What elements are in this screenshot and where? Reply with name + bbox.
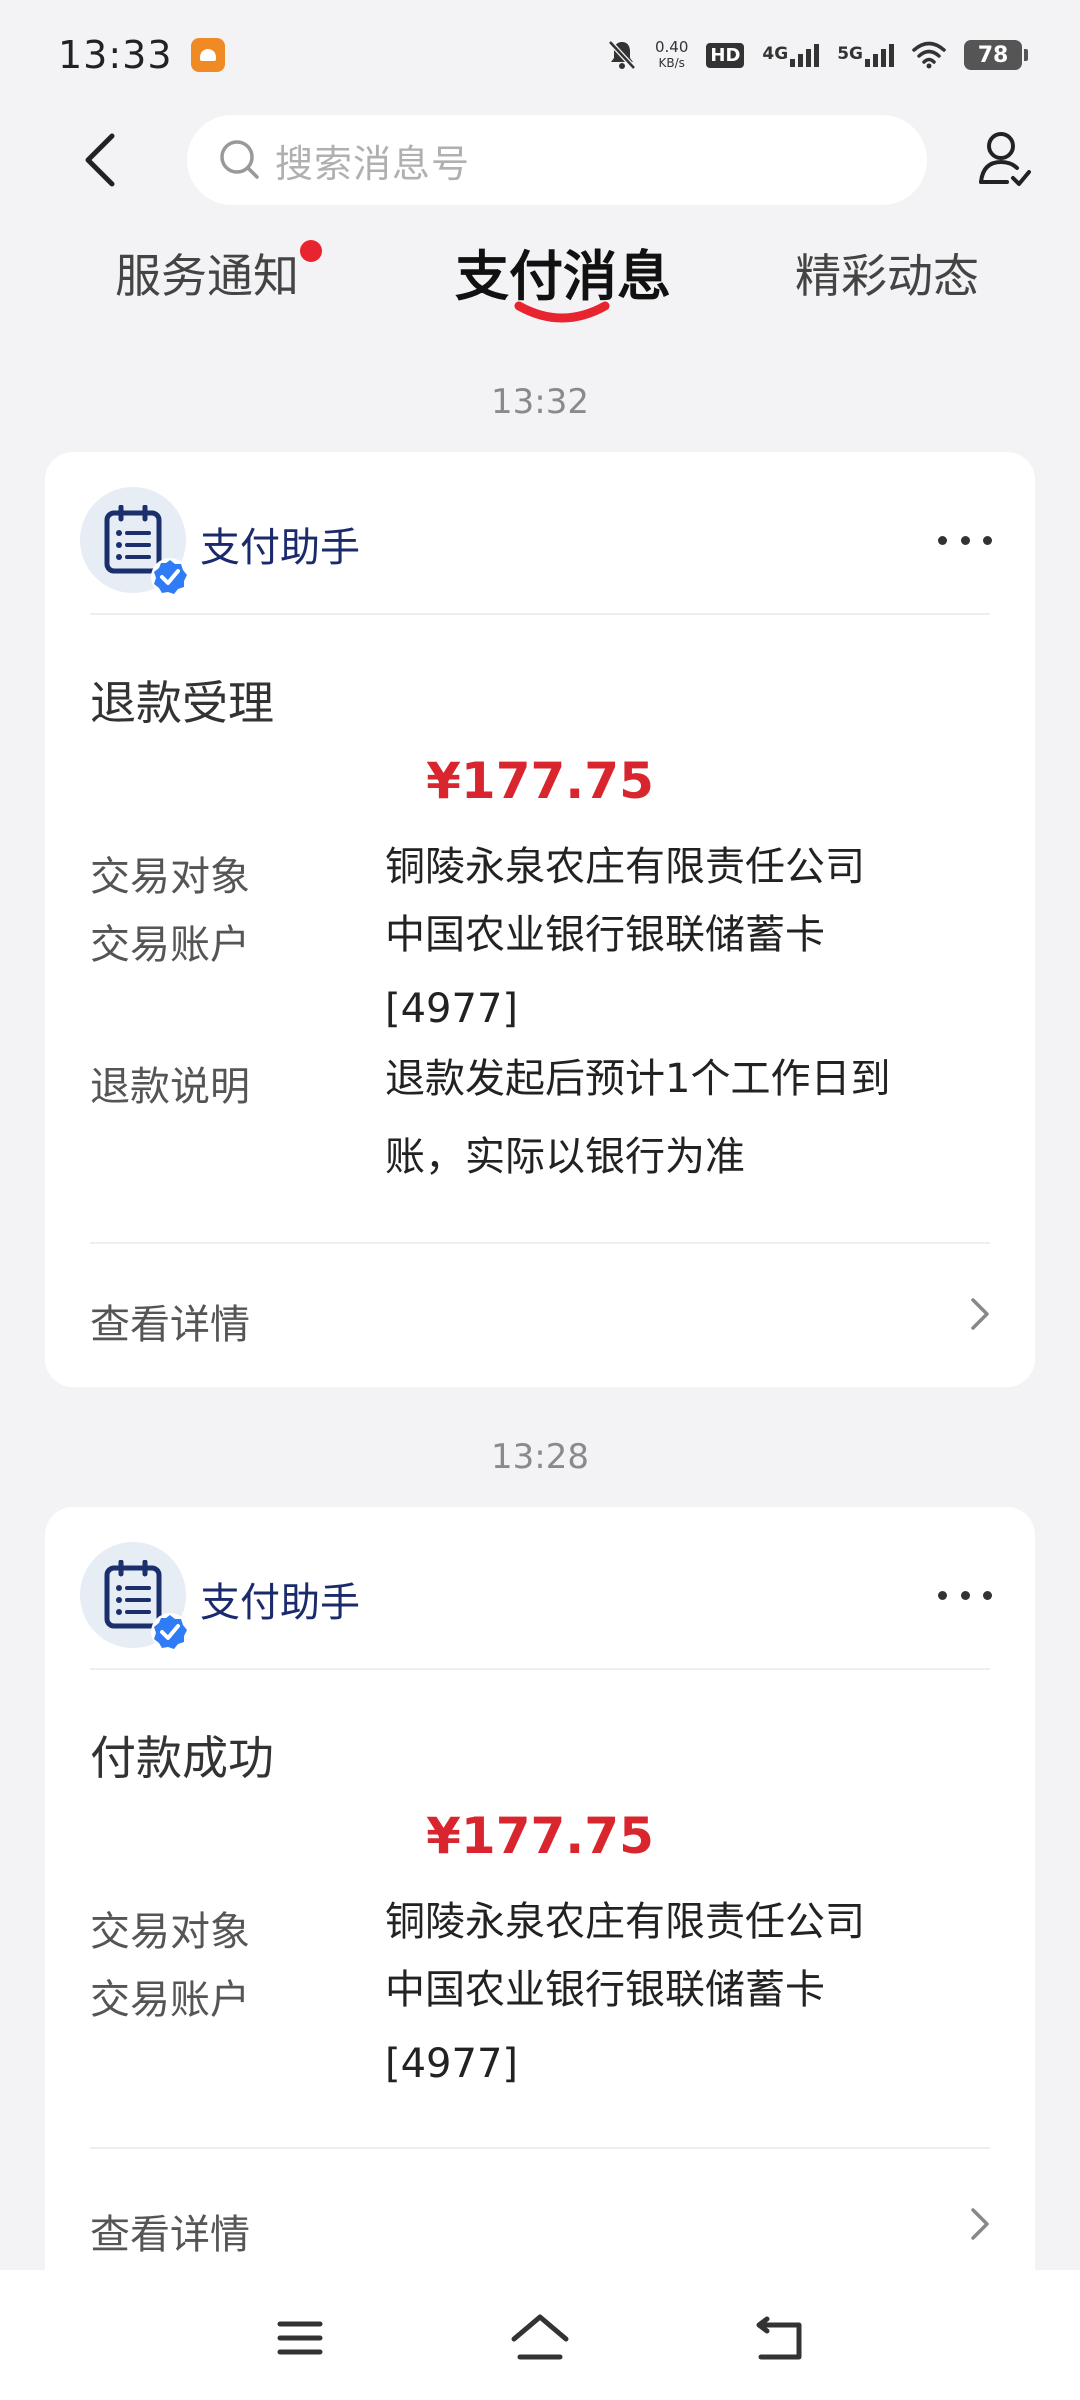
amount: ¥177.75	[426, 1807, 654, 1865]
more-icon	[938, 1590, 947, 1600]
unread-dot	[300, 240, 322, 262]
wifi-icon	[912, 41, 946, 69]
tab-service-notifications[interactable]: 服务通知	[115, 240, 299, 306]
search-placeholder: 搜索消息号	[275, 141, 471, 186]
header: 搜索消息号	[0, 110, 1080, 210]
more-icon	[938, 535, 947, 545]
card-header: 支付助手	[80, 1542, 1000, 1651]
signal-4g-icon: 4G	[762, 43, 820, 67]
system-nav-bar	[0, 2270, 1080, 2400]
row-label: 交易账户	[90, 922, 250, 968]
divider	[90, 2147, 990, 2149]
message-time: 13:28	[491, 1437, 589, 1477]
divider	[90, 613, 990, 615]
card-header: 支付助手	[80, 487, 1000, 596]
tab-label: 支付消息	[455, 245, 671, 308]
tab-featured-updates[interactable]: 精彩动态	[795, 240, 979, 306]
status-time: 13:33	[58, 33, 173, 77]
home-icon	[511, 2314, 569, 2360]
app-notification-icon	[190, 38, 225, 72]
row-value: 退款发起后预计1个工作日到 账，实际以银行为准	[385, 1056, 891, 1180]
verified-badge-icon	[151, 1613, 189, 1651]
contacts-button[interactable]	[970, 125, 1040, 195]
user-check-icon	[979, 132, 1031, 186]
search-input[interactable]: 搜索消息号	[187, 115, 927, 205]
row-value: 中国农业银行银联储蓄卡 [4977]	[385, 912, 825, 1032]
message-card[interactable]: 支付助手 退款受理 ¥177.75 交易对象 铜陵永泉农庄有限责任公司 交易账户…	[45, 452, 1035, 1387]
return-icon	[756, 2316, 802, 2360]
message-title: 退款受理	[90, 676, 274, 730]
divider	[90, 1668, 990, 1670]
row-label: 交易对象	[90, 854, 250, 900]
sim2-label: 5G	[837, 43, 863, 64]
back-button[interactable]	[70, 130, 130, 190]
row-label: 退款说明	[90, 1064, 250, 1110]
mute-icon	[607, 39, 637, 71]
amount: ¥177.75	[426, 752, 654, 810]
view-details-link[interactable]: 查看详情	[90, 2202, 250, 2260]
tab-label: 精彩动态	[795, 249, 979, 303]
more-button[interactable]	[930, 1572, 1000, 1618]
battery-indicator: 78	[964, 40, 1028, 70]
view-details-link[interactable]: 查看详情	[90, 1292, 250, 1350]
status-bar: 13:33 0.40 KB/s HD 4G 5G 78	[0, 0, 1080, 110]
row-value: 铜陵永泉农庄有限责任公司	[385, 1899, 865, 1945]
back-arrow-icon	[85, 133, 115, 187]
hd-badge: HD	[706, 42, 745, 68]
back-system-button[interactable]	[740, 2298, 820, 2378]
tab-bar: 服务通知 支付消息 精彩动态	[0, 230, 1080, 340]
tab-label: 服务通知	[115, 249, 299, 303]
message-card[interactable]: 支付助手 付款成功 ¥177.75 交易对象 铜陵永泉农庄有限责任公司 交易账户…	[45, 1507, 1035, 2307]
home-button[interactable]	[500, 2298, 580, 2378]
chevron-right-icon[interactable]	[965, 1294, 995, 1334]
net-speed: 0.40 KB/s	[655, 39, 688, 71]
net-speed-unit: KB/s	[658, 56, 685, 70]
sim1-label: 4G	[762, 43, 789, 64]
row-value: 铜陵永泉农庄有限责任公司	[385, 844, 865, 890]
menu-icon	[277, 2321, 323, 2355]
chevron-right-icon[interactable]	[965, 2204, 995, 2244]
verified-badge-icon	[151, 558, 189, 596]
search-icon	[220, 140, 259, 179]
row-value: 中国农业银行银联储蓄卡 [4977]	[385, 1967, 825, 2087]
divider	[90, 1242, 990, 1244]
row-label: 交易账户	[90, 1977, 250, 2023]
active-tab-indicator	[514, 301, 610, 323]
menu-button[interactable]	[260, 2298, 340, 2378]
message-title: 付款成功	[90, 1731, 274, 1785]
more-button[interactable]	[930, 517, 1000, 563]
sender-name[interactable]: 支付助手	[200, 1570, 360, 1628]
sender-name[interactable]: 支付助手	[200, 515, 360, 573]
message-time: 13:32	[491, 382, 589, 422]
net-speed-value: 0.40	[654, 38, 689, 56]
row-label: 交易对象	[90, 1909, 250, 1955]
signal-5g-icon: 5G	[837, 43, 894, 67]
